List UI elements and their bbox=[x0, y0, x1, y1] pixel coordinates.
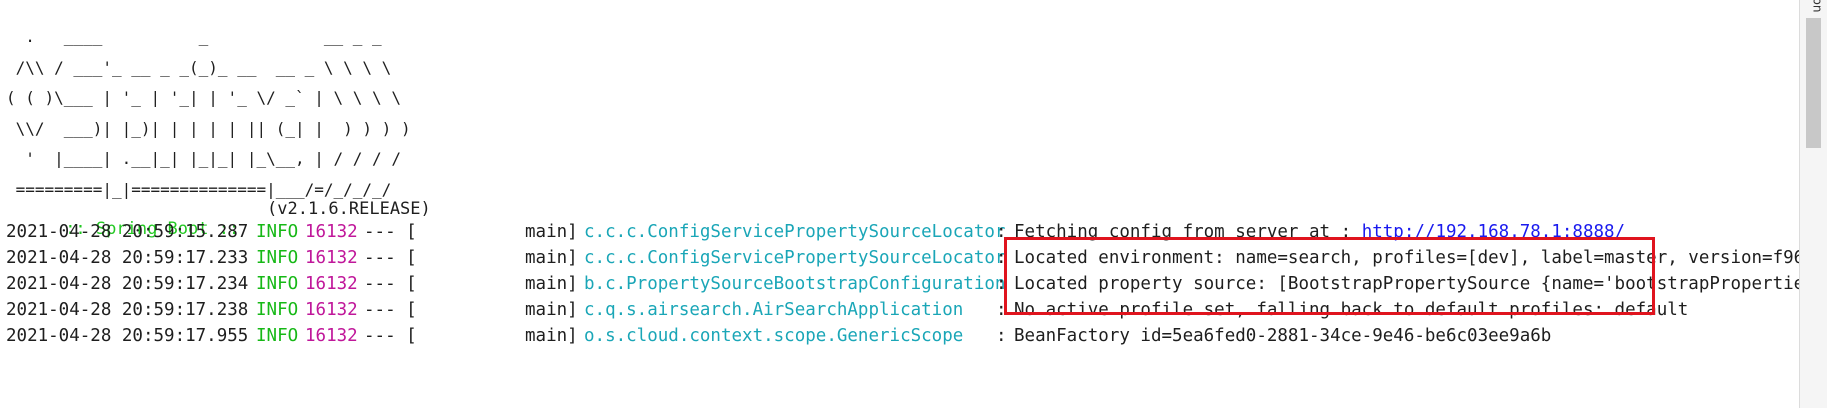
log-timestamp: 2021-04-28 20:59:17.955 bbox=[6, 326, 249, 346]
highlight-annotation-box bbox=[1004, 237, 1655, 315]
log-separator: --- [ bbox=[364, 326, 417, 346]
spring-boot-version: (v2.1.6.RELEASE) bbox=[267, 199, 431, 219]
log-message-text: BeanFactory id=5ea6fed0-2881-34ce-9e46-b… bbox=[1014, 326, 1552, 346]
banner-line: =========|_|==============|___/=/_/_/_/ bbox=[6, 179, 392, 199]
banner-line: ' |____| .__|_| |_|_| |_\__, | / / / / bbox=[6, 149, 401, 168]
log-colon: : bbox=[996, 326, 1007, 346]
log-message: BeanFactory id=5ea6fed0-2881-34ce-9e46-b… bbox=[1014, 321, 1551, 351]
vertical-scrollbar[interactable] bbox=[1799, 0, 1827, 408]
clipped-corner-text: on bbox=[1810, 0, 1825, 13]
log-pid: 16132 bbox=[305, 326, 358, 346]
log-level: INFO bbox=[256, 326, 299, 346]
console-output: . ____ _ __ _ _ /\\ / ___'_ __ _ _(_)_ _… bbox=[0, 0, 1800, 408]
log-logger: o.s.cloud.context.scope.GenericScope bbox=[584, 326, 964, 346]
spring-boot-banner: . ____ _ __ _ _ /\\ / ___'_ __ _ _(_)_ _… bbox=[6, 22, 411, 205]
banner-line: ( ( )\___ | '_ | '_| | '_ \/ _` | \ \ \ … bbox=[6, 88, 401, 107]
banner-line: /\\ / ___'_ __ _ _(_)_ __ __ _ \ \ \ \ bbox=[6, 57, 392, 77]
log-thread: main] bbox=[525, 326, 578, 346]
scrollbar-thumb[interactable] bbox=[1806, 18, 1821, 148]
banner-line: . ____ _ __ _ _ bbox=[6, 27, 382, 46]
banner-line: \\/ ___)| |_)| | | | | || (_| | ) ) ) ) bbox=[6, 118, 411, 138]
